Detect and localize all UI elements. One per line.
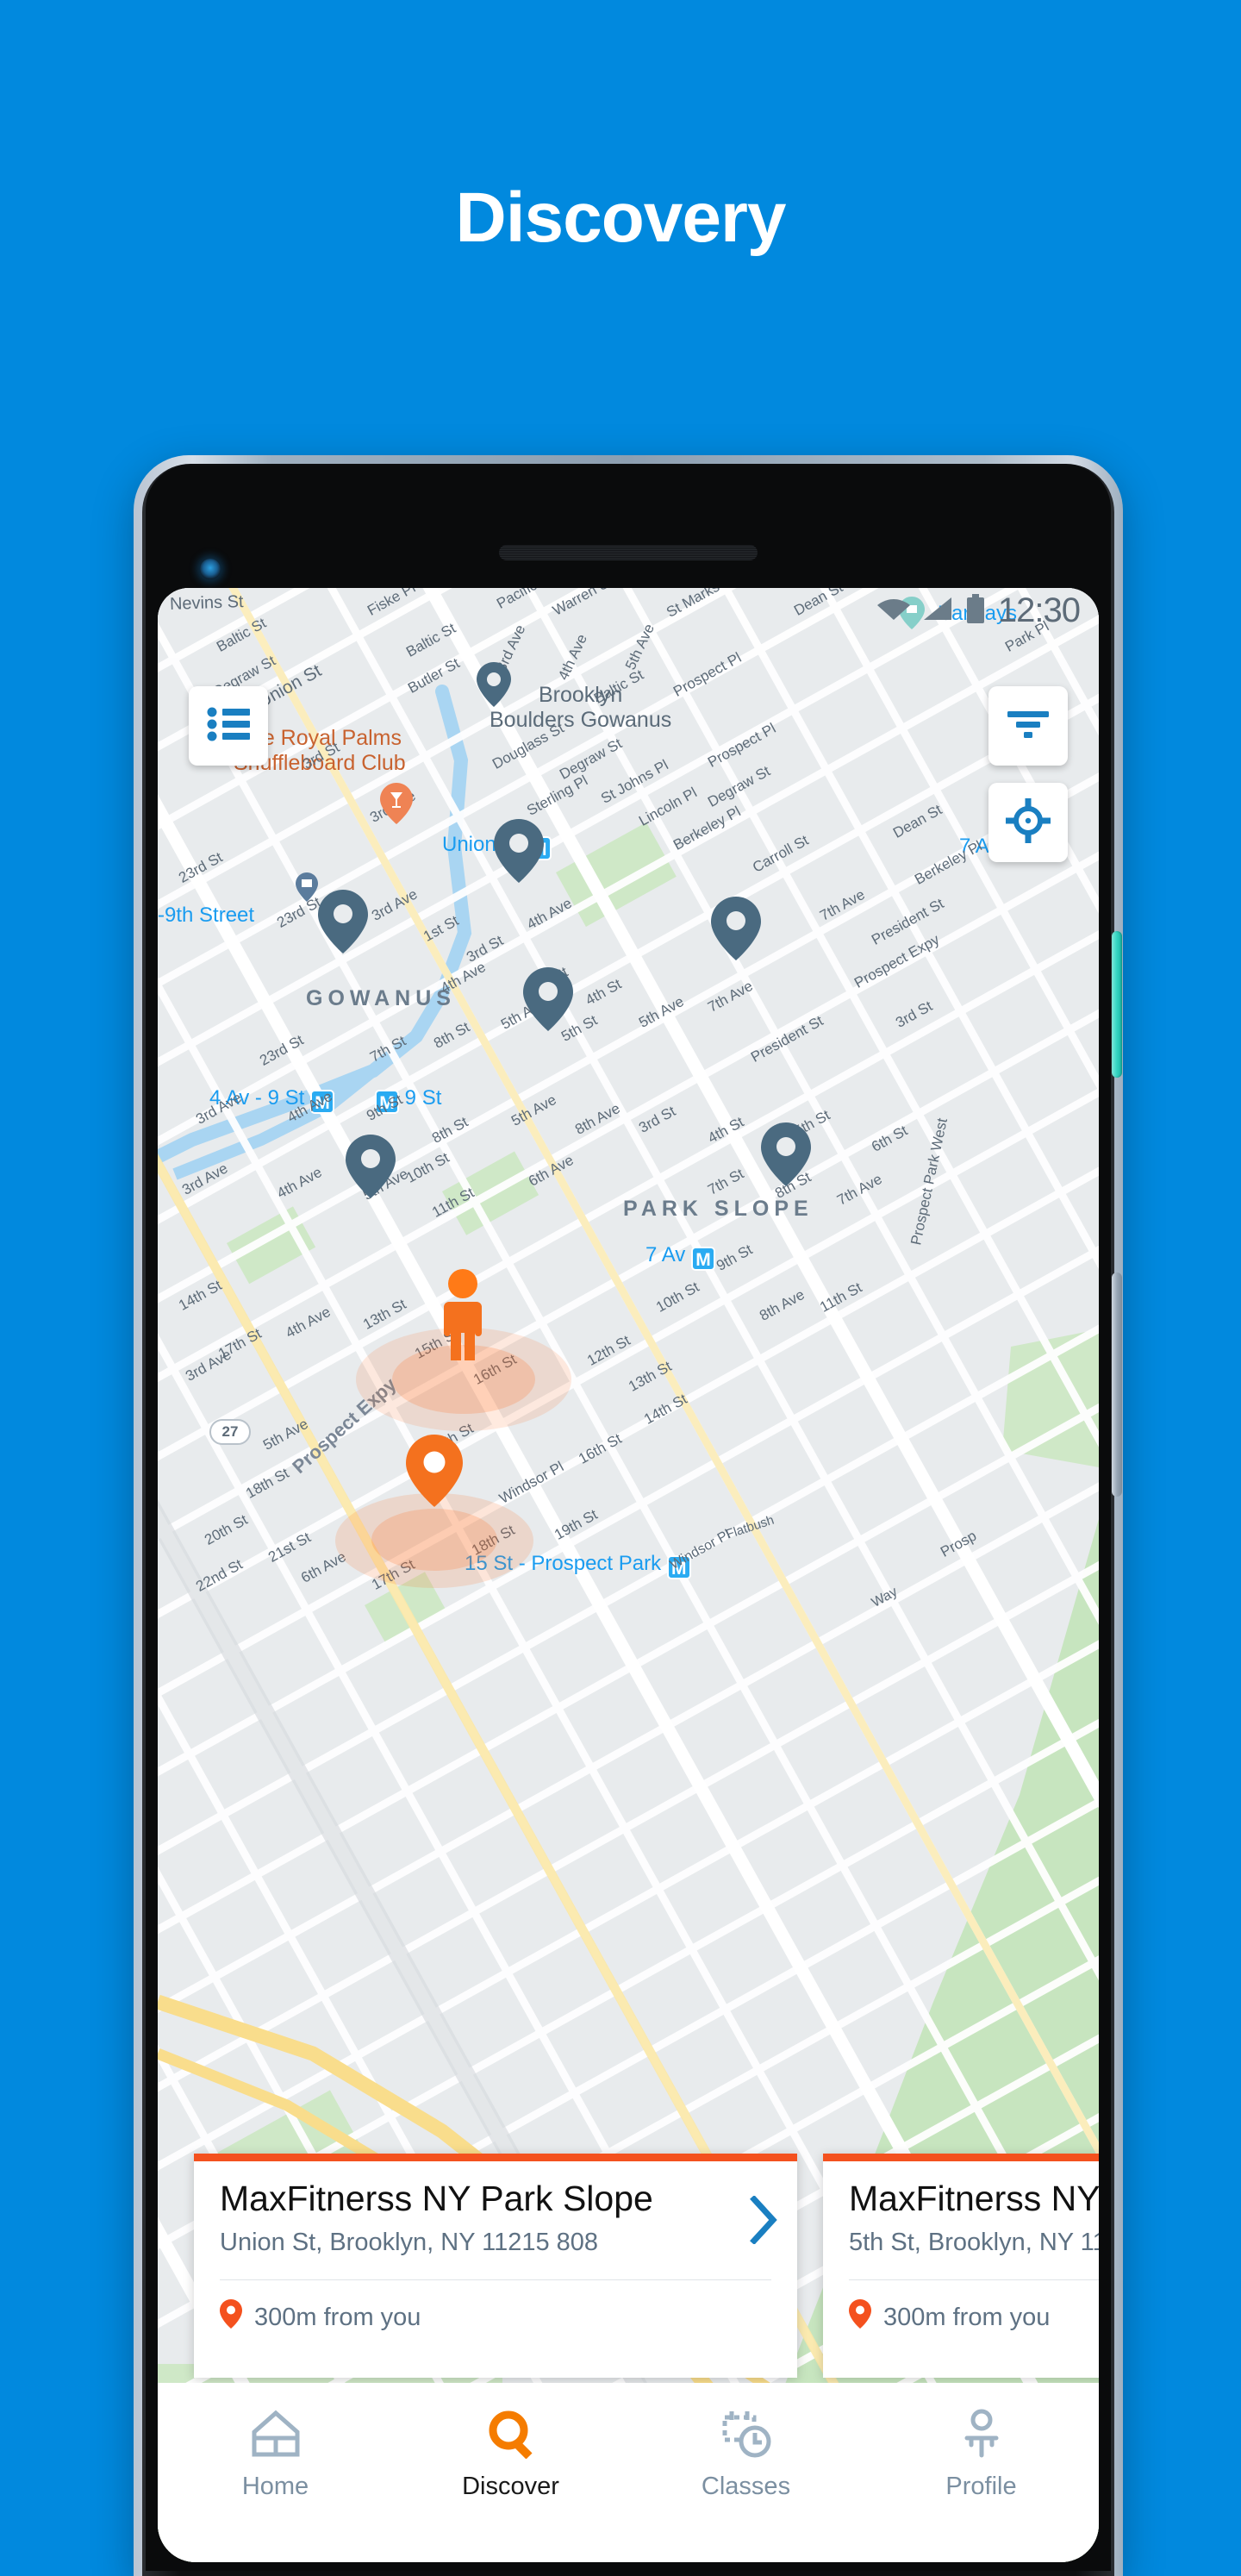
- status-bar: 12:30: [158, 588, 1099, 633]
- venue-distance: 300m from you: [883, 2303, 1051, 2331]
- person-icon: [957, 2405, 1007, 2459]
- filter-icon: [1007, 710, 1049, 743]
- venue-address: Union St, Brooklyn, NY 11215 808: [220, 2229, 599, 2257]
- list-view-icon: [207, 707, 250, 746]
- card-divider: [220, 2279, 771, 2281]
- map-pin-venue[interactable]: [346, 1135, 396, 1198]
- location-pin-icon: [220, 2299, 242, 2335]
- venue-card[interactable]: MaxFitnerss NY Gowanus 5th St, Brooklyn,…: [823, 2154, 1099, 2378]
- power-button[interactable]: [1112, 931, 1122, 1078]
- schedule-icon: [721, 2405, 771, 2459]
- map-pin-venue[interactable]: [477, 662, 511, 707]
- nav-label-profile: Profile: [945, 2473, 1017, 2500]
- venue-address: 5th St, Brooklyn, NY 11215 808: [849, 2229, 1099, 2257]
- venue-card[interactable]: MaxFitnerss NY Park Slope Union St, Broo…: [194, 2154, 797, 2378]
- search-icon: [486, 2405, 536, 2459]
- map-pin-venue[interactable]: [494, 819, 544, 883]
- location-pin-icon: [849, 2299, 871, 2335]
- venue-name: MaxFitnerss NY Gowanus: [849, 2179, 1099, 2218]
- highway-shield-number: 27: [221, 1423, 239, 1440]
- status-bar-time: 12:30: [997, 591, 1081, 629]
- list-view-button[interactable]: [189, 686, 268, 766]
- map-poi-pin-bar[interactable]: [380, 783, 413, 824]
- card-chevron-icon[interactable]: [749, 2195, 778, 2248]
- home-icon: [251, 2405, 301, 2459]
- front-camera-icon: [200, 559, 221, 579]
- nav-item-profile[interactable]: Profile: [864, 2405, 1099, 2501]
- venue-name: MaxFitnerss NY Park Slope: [220, 2179, 653, 2218]
- earpiece-speaker-grille: [499, 545, 758, 560]
- locate-me-button[interactable]: [988, 783, 1068, 862]
- card-accent-bar: [194, 2154, 797, 2161]
- venue-distance-row: 300m from you: [849, 2299, 1099, 2335]
- battery-icon: [965, 593, 986, 628]
- card-divider: [849, 2279, 1099, 2281]
- user-location-person-icon: [439, 1269, 487, 1360]
- crosshair-locate-icon: [1006, 797, 1051, 847]
- map-pin-selected[interactable]: [406, 1435, 463, 1507]
- map-pin-venue[interactable]: [761, 1122, 811, 1186]
- volume-button[interactable]: [1112, 1272, 1122, 1497]
- nav-item-home[interactable]: Home: [158, 2405, 393, 2501]
- wifi-icon: [876, 596, 910, 626]
- map-pin-venue[interactable]: [523, 967, 573, 1031]
- signal-icon: [922, 596, 953, 626]
- map-pin-venue[interactable]: [711, 897, 761, 960]
- venue-distance-row: 300m from you: [220, 2299, 771, 2335]
- card-body: MaxFitnerss NY Gowanus 5th St, Brooklyn,…: [823, 2161, 1099, 2335]
- card-body: MaxFitnerss NY Park Slope Union St, Broo…: [194, 2161, 797, 2335]
- highway-shield-icon: 27: [209, 1419, 251, 1445]
- device-screen: Nevins St Fiske Pl Pacific St Warren St …: [146, 466, 1111, 2571]
- nav-item-discover[interactable]: Discover: [393, 2405, 628, 2501]
- nav-item-classes[interactable]: Classes: [628, 2405, 864, 2501]
- map-poi-pin-shop[interactable]: [296, 872, 318, 902]
- map-pin-venue[interactable]: [318, 890, 368, 953]
- nav-label-classes: Classes: [701, 2473, 791, 2500]
- bottom-navigation-bar[interactable]: Home Discover Classes Profile: [158, 2383, 1099, 2562]
- venue-distance: 300m from you: [254, 2303, 421, 2331]
- filter-button[interactable]: [988, 686, 1068, 766]
- page-title: Discovery: [455, 178, 786, 257]
- nav-label-home: Home: [241, 2473, 309, 2500]
- card-accent-bar: [823, 2154, 1099, 2161]
- selected-pin-halo-inner: [371, 1509, 497, 1571]
- nav-label-discover: Discover: [462, 2473, 559, 2500]
- phone-device-mockup: Nevins St Fiske Pl Pacific St Warren St …: [134, 455, 1123, 2576]
- venue-card-carousel[interactable]: MaxFitnerss NY Park Slope Union St, Broo…: [158, 2154, 1099, 2378]
- app-screen: Nevins St Fiske Pl Pacific St Warren St …: [158, 588, 1099, 2562]
